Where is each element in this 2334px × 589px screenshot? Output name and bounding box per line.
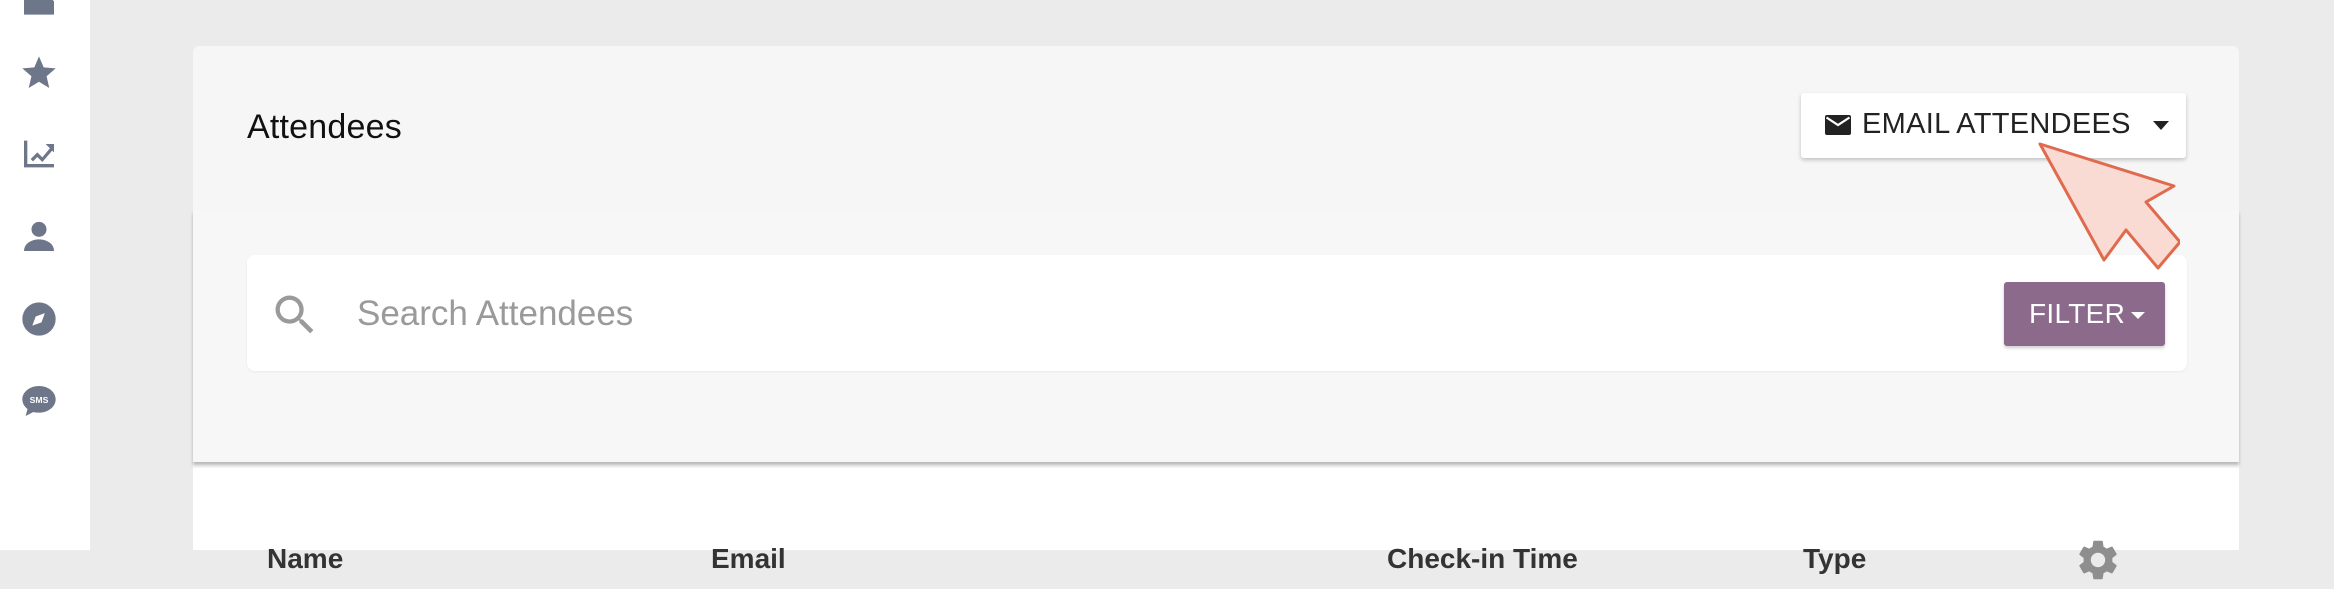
search-band: FILTER [193,210,2239,462]
sms-icon[interactable]: SMS [14,376,64,426]
email-attendees-label: EMAIL ATTENDEES [1862,108,2131,140]
sms-icon-text: SMS [30,395,49,405]
compass-icon[interactable] [14,294,64,344]
search-icon [269,289,321,341]
person-icon[interactable] [14,211,64,261]
attendees-table: Name Email Check-in Time Type [193,468,2239,580]
search-box: FILTER [247,255,2187,371]
attendees-card: Attendees EMAIL ATTENDEES FILTER Name Em… [193,46,2239,580]
star-icon[interactable] [14,48,64,98]
sidebar: SMS [0,0,90,550]
column-header-name[interactable]: Name [267,543,343,575]
page-title: Attendees [247,108,402,146]
email-attendees-button[interactable]: EMAIL ATTENDEES [1801,93,2186,158]
trending-up-icon[interactable] [14,129,64,179]
column-header-checkin-time[interactable]: Check-in Time [1387,543,1578,575]
settings-gear-icon[interactable] [2074,536,2122,584]
column-header-type[interactable]: Type [1803,543,1866,575]
column-header-email[interactable]: Email [711,543,786,575]
filter-caret-icon [2131,312,2145,319]
filter-button-label: FILTER [2029,298,2126,329]
search-input[interactable] [355,285,1959,343]
mail-icon [1825,115,1851,135]
chevron-down-icon[interactable] [2153,121,2169,130]
filter-button[interactable]: FILTER [2004,282,2165,346]
edit-icon[interactable] [14,0,64,28]
